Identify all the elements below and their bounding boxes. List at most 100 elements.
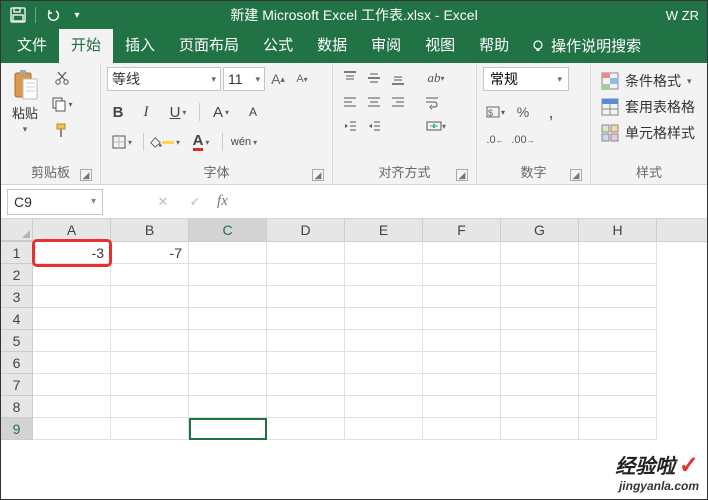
cell-f7[interactable] [423, 374, 501, 396]
font-grow-a[interactable]: A▾ [206, 101, 236, 123]
format-as-table-button[interactable]: 套用表格格 [597, 95, 699, 119]
cell-h9[interactable] [579, 418, 657, 440]
save-icon[interactable] [9, 6, 27, 24]
cell-b8[interactable] [111, 396, 189, 418]
bold-button[interactable]: B [107, 101, 129, 123]
cell-e8[interactable] [345, 396, 423, 418]
font-shrink-a[interactable]: A [242, 101, 264, 123]
cell-g9[interactable] [501, 418, 579, 440]
cell-f3[interactable] [423, 286, 501, 308]
cell-b7[interactable] [111, 374, 189, 396]
cell-f8[interactable] [423, 396, 501, 418]
cell-d7[interactable] [267, 374, 345, 396]
tell-me-search[interactable]: 操作说明搜索 [521, 28, 651, 63]
row-header-7[interactable]: 7 [1, 374, 33, 396]
merge-center-button[interactable]: ▾ [421, 115, 451, 137]
row-header-2[interactable]: 2 [1, 264, 33, 286]
cell-h6[interactable] [579, 352, 657, 374]
col-header-g[interactable]: G [501, 219, 579, 241]
cell-c3[interactable] [189, 286, 267, 308]
cell-b1[interactable]: -7 [111, 242, 189, 264]
tab-file[interactable]: 文件 [5, 27, 59, 63]
cell-e4[interactable] [345, 308, 423, 330]
cell-h8[interactable] [579, 396, 657, 418]
tab-data[interactable]: 数据 [305, 27, 359, 63]
col-header-b[interactable]: B [111, 219, 189, 241]
wrap-text-button[interactable] [421, 91, 443, 113]
tab-view[interactable]: 视图 [413, 27, 467, 63]
tab-page-layout[interactable]: 页面布局 [167, 27, 251, 63]
cell-h1[interactable] [579, 242, 657, 264]
cell-c6[interactable] [189, 352, 267, 374]
cell-f5[interactable] [423, 330, 501, 352]
conditional-formatting-button[interactable]: 条件格式▾ [597, 69, 699, 93]
cell-h2[interactable] [579, 264, 657, 286]
cell-e1[interactable] [345, 242, 423, 264]
cell-b5[interactable] [111, 330, 189, 352]
row-header-6[interactable]: 6 [1, 352, 33, 374]
align-bottom-button[interactable] [387, 67, 409, 89]
cell-a1[interactable]: -3 [33, 242, 111, 264]
cell-a6[interactable] [33, 352, 111, 374]
cell-c1[interactable] [189, 242, 267, 264]
row-header-3[interactable]: 3 [1, 286, 33, 308]
cell-c7[interactable] [189, 374, 267, 396]
col-header-a[interactable]: A [33, 219, 111, 241]
cell-g8[interactable] [501, 396, 579, 418]
row-header-8[interactable]: 8 [1, 396, 33, 418]
row-header-5[interactable]: 5 [1, 330, 33, 352]
cell-e2[interactable] [345, 264, 423, 286]
align-left-button[interactable] [339, 91, 361, 113]
cell-c2[interactable] [189, 264, 267, 286]
percent-style-button[interactable]: % [511, 101, 535, 123]
cell-d9[interactable] [267, 418, 345, 440]
undo-icon[interactable] [44, 6, 62, 24]
cell-h4[interactable] [579, 308, 657, 330]
cell-g4[interactable] [501, 308, 579, 330]
col-header-f[interactable]: F [423, 219, 501, 241]
formula-input[interactable] [234, 190, 701, 214]
decrease-font-size-button[interactable]: A▾ [291, 67, 313, 91]
phonetic-button[interactable]: wén▾ [229, 131, 259, 153]
cell-g5[interactable] [501, 330, 579, 352]
cell-a7[interactable] [33, 374, 111, 396]
cell-f9[interactable] [423, 418, 501, 440]
underline-button[interactable]: U▾ [163, 101, 193, 123]
italic-button[interactable]: I [135, 101, 157, 123]
cell-a9[interactable] [33, 418, 111, 440]
number-format-combo[interactable]: 常规 ▾ [483, 67, 569, 91]
cell-c8[interactable] [189, 396, 267, 418]
name-box[interactable]: C9 ▾ [7, 189, 103, 215]
cell-e3[interactable] [345, 286, 423, 308]
align-top-button[interactable] [339, 67, 361, 89]
row-header-1[interactable]: 1 [1, 242, 33, 264]
cell-styles-button[interactable]: 单元格样式 [597, 121, 699, 145]
tab-review[interactable]: 审阅 [359, 27, 413, 63]
cell-a2[interactable] [33, 264, 111, 286]
alignment-launcher[interactable]: ◢ [456, 169, 468, 181]
decrease-indent-button[interactable] [339, 115, 361, 137]
cell-a3[interactable] [33, 286, 111, 308]
cell-h7[interactable] [579, 374, 657, 396]
cell-a4[interactable] [33, 308, 111, 330]
cell-a8[interactable] [33, 396, 111, 418]
cell-b4[interactable] [111, 308, 189, 330]
accounting-format-button[interactable]: $▾ [483, 101, 507, 123]
align-right-button[interactable] [387, 91, 409, 113]
cell-h5[interactable] [579, 330, 657, 352]
format-painter-button[interactable] [51, 119, 73, 141]
cell-g1[interactable] [501, 242, 579, 264]
cell-e7[interactable] [345, 374, 423, 396]
cell-g2[interactable] [501, 264, 579, 286]
borders-button[interactable]: ▾ [107, 131, 137, 153]
tab-help[interactable]: 帮助 [467, 27, 521, 63]
cut-button[interactable] [51, 67, 73, 89]
col-header-h[interactable]: H [579, 219, 657, 241]
select-all-corner[interactable] [1, 219, 33, 241]
row-header-9[interactable]: 9 [1, 418, 33, 440]
tab-formulas[interactable]: 公式 [251, 27, 305, 63]
copy-button[interactable]: ▾ [51, 93, 73, 115]
cell-d1[interactable] [267, 242, 345, 264]
cell-e6[interactable] [345, 352, 423, 374]
cell-d6[interactable] [267, 352, 345, 374]
